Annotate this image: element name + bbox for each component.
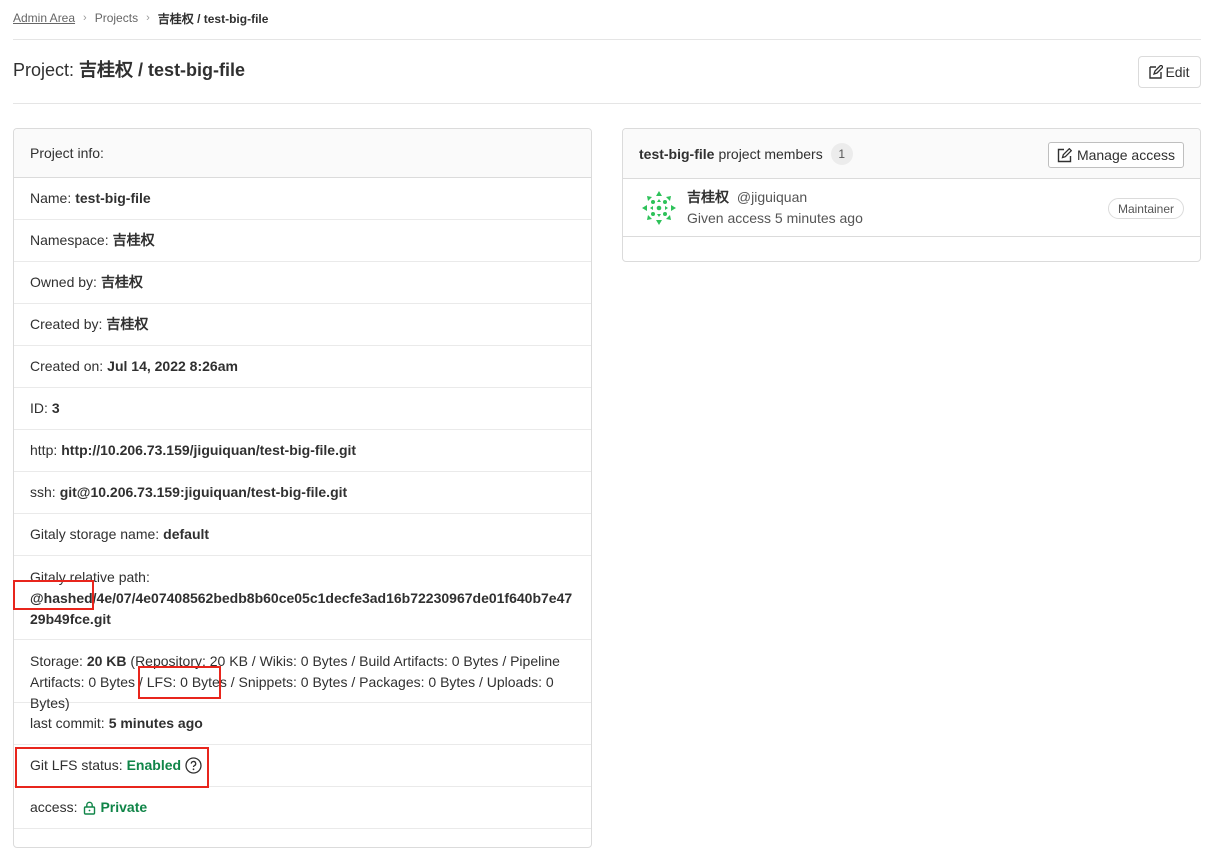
info-storage: Storage: 20 KB (Repository: 20 KB / Wiki… (14, 640, 591, 711)
edit-button[interactable]: Edit (1138, 56, 1201, 88)
info-owned-by: Owned by: 吉桂权 (14, 262, 591, 304)
page-title-prefix: Project: (13, 60, 75, 80)
page-title: Project: 吉桂权 / test-big-file (13, 56, 245, 82)
avatar[interactable] (639, 188, 679, 228)
info-value: git@10.206.73.159:jiguiquan/test-big-fil… (59, 484, 348, 500)
info-label: Namespace: (30, 232, 109, 248)
breadcrumb-projects[interactable]: Projects (95, 11, 138, 25)
info-value[interactable]: 吉桂权 (113, 230, 155, 251)
info-gitaly-path: Gitaly relative path: @hashed/4e/07/4e07… (14, 556, 591, 640)
info-label: http: (30, 442, 58, 458)
info-label: access: (30, 799, 78, 815)
member-name-line: 吉桂权 @jiguiquan (687, 187, 863, 208)
info-value: 3 (51, 400, 60, 416)
info-label: Gitaly relative path: (30, 569, 150, 585)
info-label: Created on: (30, 358, 104, 374)
info-value: Jul 14, 2022 8:26am (107, 358, 238, 374)
members-project-name: test-big-file (639, 145, 715, 162)
member-access-time: Given access 5 minutes ago (687, 209, 863, 226)
breadcrumb: Admin Area › Projects › 吉桂权 / test-big-f… (13, 9, 268, 27)
breadcrumb-current[interactable]: 吉桂权 / test-big-file (158, 10, 269, 27)
info-value: test-big-file (75, 190, 151, 206)
project-members-card: test-big-file project members 1 Manage a… (622, 128, 1201, 262)
member-row: 吉桂权 @jiguiquan Given access 5 minutes ag… (623, 179, 1200, 237)
info-name: Name: test-big-file (14, 178, 591, 220)
info-label: Name: (30, 190, 72, 206)
member-handle: @jiguiquan (736, 188, 808, 205)
member-role-badge: Maintainer (1107, 198, 1184, 219)
info-http: http: http://10.206.73.159/jiguiquan/tes… (14, 430, 591, 472)
info-value: default (163, 526, 210, 542)
info-value[interactable]: 吉桂权 (106, 314, 148, 335)
divider (13, 39, 1201, 40)
info-label: Owned by: (30, 274, 97, 290)
edit-icon (1149, 65, 1164, 79)
access-value: Private (100, 799, 148, 815)
breadcrumb-admin-area[interactable]: Admin Area (13, 11, 75, 25)
info-created-by: Created by: 吉桂权 (14, 304, 591, 346)
info-value: http://10.206.73.159/jiguiquan/test-big-… (61, 442, 357, 458)
info-label: Created by: (30, 316, 103, 332)
info-label: Storage: (30, 653, 83, 669)
info-last-commit: last commit: 5 minutes ago (14, 703, 591, 745)
info-value: 20 KB (86, 653, 127, 669)
chevron-right-icon: › (83, 12, 87, 24)
edit-button-label: Edit (1165, 64, 1190, 80)
question-circle-icon[interactable] (185, 757, 202, 774)
members-header-suffix: project members (718, 145, 823, 162)
edit-icon (1057, 147, 1072, 162)
info-label: last commit: (30, 715, 105, 731)
info-value: 5 minutes ago (108, 715, 203, 731)
info-label: Git LFS status: (30, 757, 123, 773)
members-header: test-big-file project members 1 Manage a… (623, 129, 1200, 179)
manage-access-button[interactable]: Manage access (1047, 142, 1184, 168)
info-id: ID: 3 (14, 388, 591, 430)
info-label: ssh: (30, 484, 56, 500)
info-ssh: ssh: git@10.206.73.159:jiguiquan/test-bi… (14, 472, 591, 514)
project-info-card: Project info: Name: test-big-file Namesp… (13, 128, 592, 848)
lock-icon (84, 801, 96, 815)
info-namespace: Namespace: 吉桂权 (14, 220, 591, 262)
info-label: Gitaly storage name: (30, 526, 160, 542)
member-name[interactable]: 吉桂权 (687, 189, 729, 205)
lfs-status-value: Enabled (126, 757, 182, 773)
info-label: ID: (30, 400, 48, 416)
page-title-name: 吉桂权 / test-big-file (79, 60, 246, 80)
info-value[interactable]: 吉桂权 (101, 272, 143, 293)
info-access: access: Private (14, 787, 591, 829)
project-info-header: Project info: (14, 129, 591, 178)
info-created-on: Created on: Jul 14, 2022 8:26am (14, 346, 591, 388)
member-info: 吉桂权 @jiguiquan Given access 5 minutes ag… (687, 187, 863, 229)
chevron-right-icon: › (146, 12, 150, 24)
divider (13, 103, 1201, 104)
info-lfs-status: Git LFS status: Enabled (14, 745, 591, 787)
info-value: @hashed/4e/07/4e07408562bedb8b60ce05c1de… (30, 590, 573, 627)
manage-access-label: Manage access (1076, 147, 1175, 163)
members-count-badge: 1 (830, 142, 853, 165)
info-gitaly-storage: Gitaly storage name: default (14, 514, 591, 556)
